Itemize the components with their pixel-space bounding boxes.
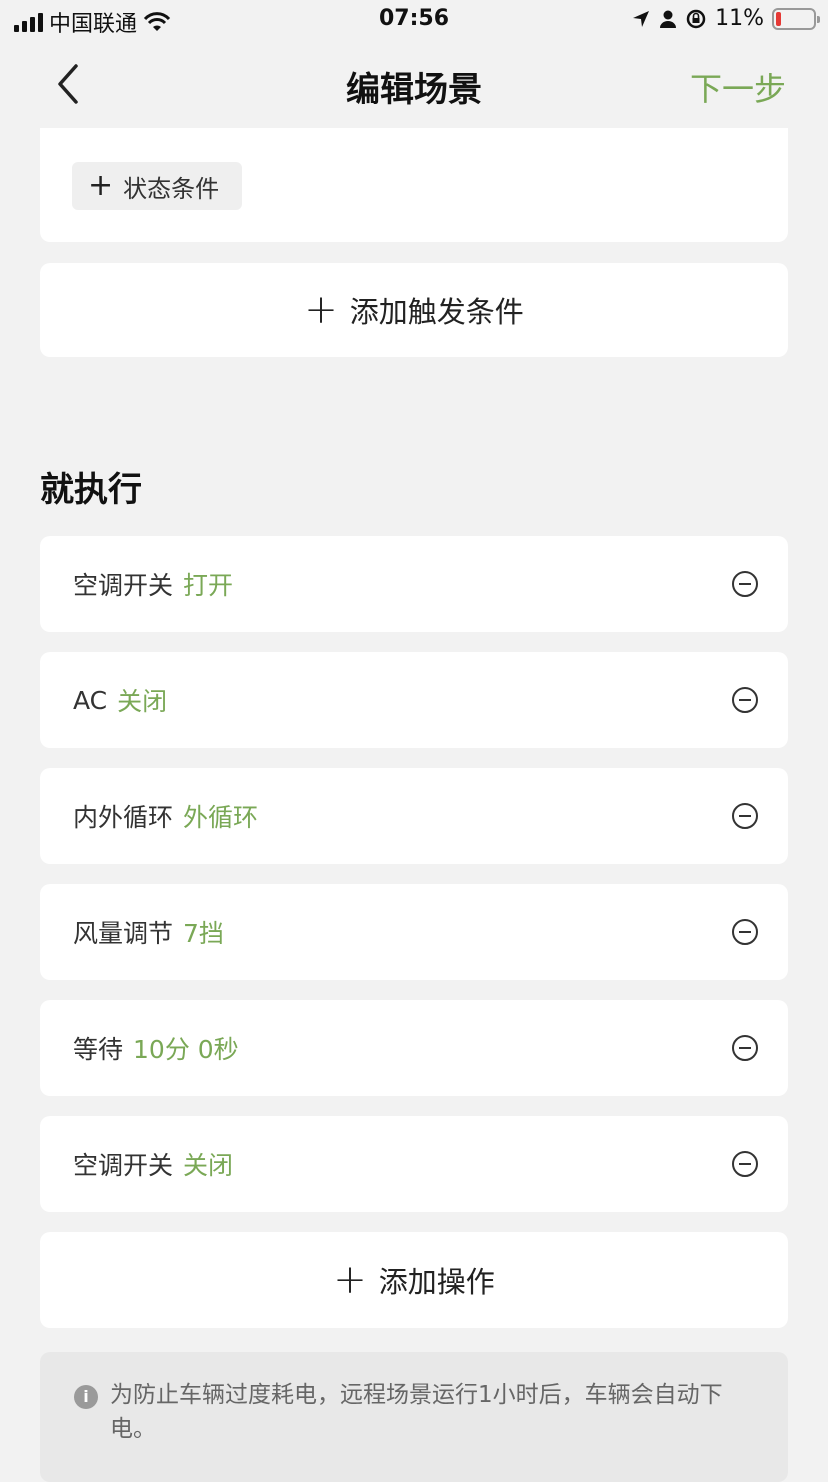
execute-section-title: 就执行 <box>40 470 142 510</box>
state-condition-label: 状态条件 <box>123 174 220 203</box>
action-name: 风量调节 <box>73 919 174 948</box>
action-item[interactable]: AC 关闭 <box>40 652 788 748</box>
plus-icon: + <box>304 287 338 333</box>
action-value: 10分 0秒 <box>133 1035 239 1064</box>
action-value: 打开 <box>183 571 234 600</box>
rotation-lock-icon <box>686 9 706 28</box>
add-trigger-label: 添加触发条件 <box>349 295 524 329</box>
remove-circle-icon[interactable] <box>732 919 758 945</box>
person-icon <box>660 10 677 28</box>
action-value: 外循环 <box>183 803 259 832</box>
plus-icon: + <box>333 1257 367 1303</box>
action-item[interactable]: 等待 10分 0秒 <box>40 1000 788 1096</box>
notice-text: 为防止车辆过度耗电，远程场景运行1小时后，车辆会自动下电。 <box>110 1382 723 1442</box>
remove-circle-icon[interactable] <box>732 571 758 597</box>
action-item[interactable]: 内外循环 外循环 <box>40 768 788 864</box>
action-item[interactable]: 空调开关 打开 <box>40 536 788 632</box>
add-trigger-button[interactable]: + 添加触发条件 <box>40 263 788 357</box>
action-value: 7挡 <box>183 919 224 948</box>
status-right: 11% <box>631 6 820 31</box>
action-name: 内外循环 <box>73 803 174 832</box>
add-action-label: 添加操作 <box>378 1265 495 1299</box>
remove-circle-icon[interactable] <box>732 687 758 713</box>
action-name: 空调开关 <box>73 571 174 600</box>
plus-icon: + <box>88 168 114 203</box>
next-step-button[interactable]: 下一步 <box>690 64 786 110</box>
battery-percent: 11% <box>715 6 764 31</box>
action-name: AC <box>73 685 108 715</box>
status-bar: 中国联通 07:56 11% <box>0 0 828 44</box>
location-arrow-icon <box>633 10 650 27</box>
info-icon: i <box>74 1385 98 1409</box>
add-state-condition-button[interactable]: + 状态条件 <box>72 162 242 210</box>
add-action-button[interactable]: + 添加操作 <box>40 1232 788 1328</box>
action-value: 关闭 <box>117 687 168 716</box>
remove-circle-icon[interactable] <box>732 803 758 829</box>
action-name: 等待 <box>73 1035 124 1064</box>
action-item[interactable]: 空调开关 关闭 <box>40 1116 788 1212</box>
nav-bar: 编辑场景 下一步 <box>0 44 828 128</box>
power-notice: i 为防止车辆过度耗电，远程场景运行1小时后，车辆会自动下电。 <box>40 1352 788 1482</box>
battery-icon <box>772 7 820 30</box>
remove-circle-icon[interactable] <box>732 1151 758 1177</box>
remove-circle-icon[interactable] <box>732 1035 758 1061</box>
action-name: 空调开关 <box>73 1151 174 1180</box>
action-value: 关闭 <box>183 1151 234 1180</box>
action-item[interactable]: 风量调节 7挡 <box>40 884 788 980</box>
